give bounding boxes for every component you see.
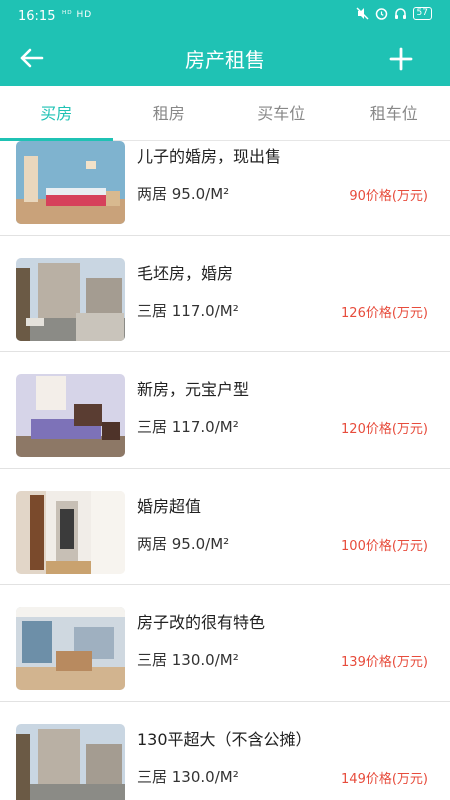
list-item[interactable]: 130平超大（不含公摊） 三居 130.0/M² 149价格(万元) (0, 701, 450, 800)
listing-photo (16, 723, 125, 800)
listing-list: 儿子的婚房，现出售 两居 95.0/M² 90价格(万元) 毛坯房，婚房 三居 … (0, 141, 450, 800)
listing-spec: 两居 95.0/M² (137, 534, 230, 553)
listing-price: 149价格(万元) (341, 771, 428, 787)
list-item[interactable]: 儿子的婚房，现出售 两居 95.0/M² 90价格(万元) (0, 141, 450, 236)
category-tabs: 买房 租房 买车位 租车位 (0, 86, 450, 141)
listing-photo (16, 490, 125, 574)
mute-icon (356, 7, 369, 20)
status-time: 16:15 (18, 9, 56, 24)
tab-rent-house[interactable]: 租房 (113, 86, 226, 141)
tab-buy-parking[interactable]: 买车位 (225, 86, 338, 141)
listing-price: 90价格(万元) (349, 189, 428, 204)
page-title: 房产租售 (185, 48, 265, 72)
tab-buy-house[interactable]: 买房 (0, 86, 113, 141)
listing-photo (16, 257, 125, 341)
listing-photo (16, 607, 125, 690)
tab-rent-parking[interactable]: 租车位 (338, 86, 450, 141)
listing-title: 130平超大（不含公摊） (137, 729, 312, 749)
listing-price: 100价格(万元) (341, 538, 428, 554)
alarm-icon (375, 8, 387, 20)
listing-spec: 三居 117.0/M² (137, 301, 239, 320)
add-listing-button[interactable] (386, 44, 416, 74)
list-item[interactable]: 婚房超值 两居 95.0/M² 100价格(万元) (0, 468, 450, 585)
headset-icon (394, 8, 406, 19)
list-item[interactable]: 房子改的很有特色 三居 130.0/M² 139价格(万元) (0, 585, 450, 702)
list-item[interactable]: 毛坯房，婚房 三居 117.0/M² 126价格(万元) (0, 235, 450, 352)
listing-title: 婚房超值 (137, 496, 202, 516)
listing-photo (16, 374, 125, 457)
status-bar: 16:15 ᴴᴰ HD 57 (0, 0, 450, 30)
plus-icon (389, 47, 413, 71)
listing-price: 139价格(万元) (341, 655, 428, 670)
listing-title: 新房，元宝户型 (137, 380, 250, 399)
listing-spec: 三居 130.0/M² (137, 651, 239, 669)
battery-indicator: 57 (412, 7, 432, 20)
listing-photo (16, 141, 125, 224)
listing-title: 毛坯房，婚房 (137, 263, 234, 283)
listing-price: 120价格(万元) (341, 422, 428, 437)
listing-spec: 两居 95.0/M² (137, 185, 230, 203)
listing-title: 儿子的婚房，现出售 (137, 147, 282, 166)
list-item[interactable]: 新房，元宝户型 三居 117.0/M² 120价格(万元) (0, 352, 450, 469)
app-header: 16:15 ᴴᴰ HD 57 房产租售 (0, 0, 450, 86)
listing-title: 房子改的很有特色 (137, 613, 266, 632)
network-indicator: ᴴᴰ HD (62, 10, 93, 20)
status-icons: 57 (356, 7, 432, 20)
listing-spec: 三居 130.0/M² (137, 767, 239, 786)
listing-spec: 三居 117.0/M² (137, 418, 239, 436)
listing-price: 126价格(万元) (341, 305, 428, 321)
app-bar: 房产租售 (0, 30, 450, 86)
